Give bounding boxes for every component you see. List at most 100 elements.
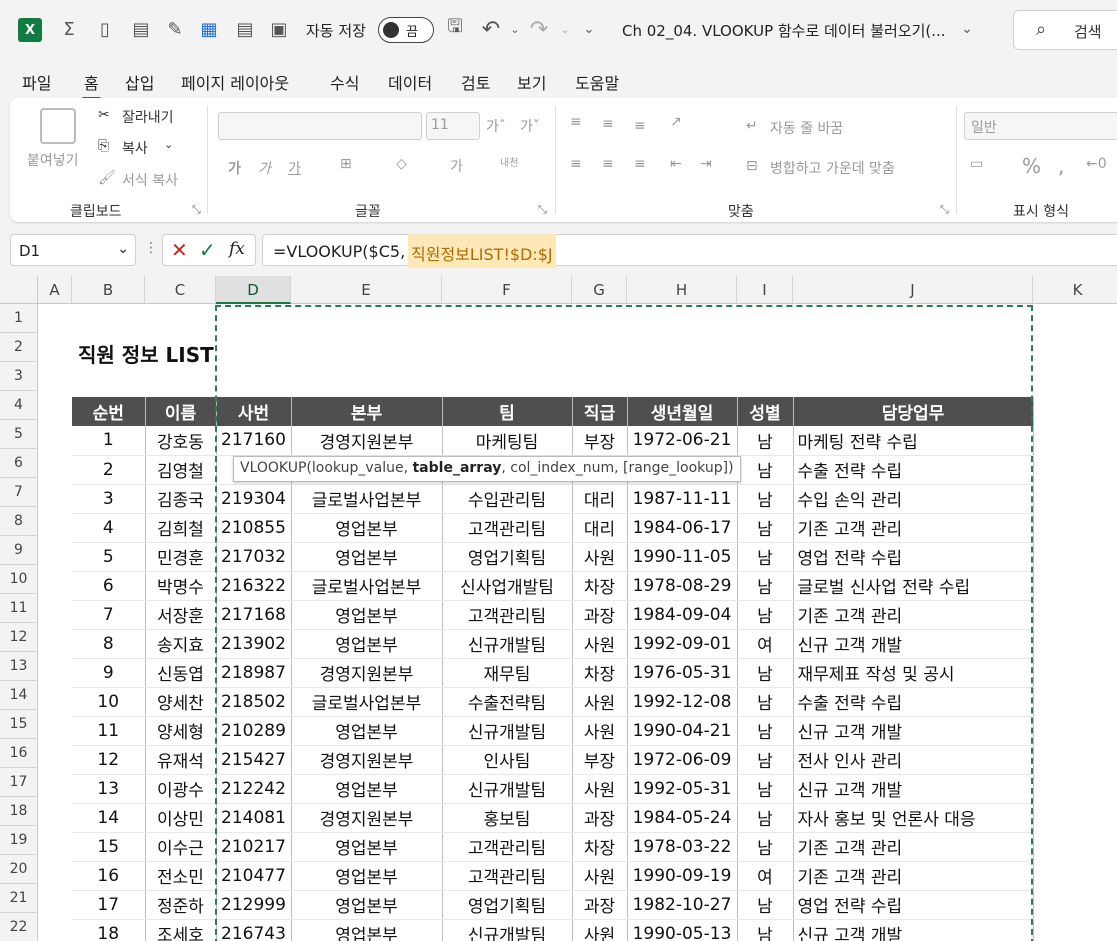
copy-dropdown-icon[interactable]: ⌄	[164, 138, 173, 151]
column-header-d[interactable]: D	[216, 276, 291, 304]
table-cell[interactable]: 남	[737, 484, 794, 514]
table-cell[interactable]: 과장	[572, 600, 628, 630]
table-cell[interactable]: 경영지원본부	[291, 803, 443, 833]
column-header-b[interactable]: B	[72, 276, 145, 304]
row-header[interactable]: 15	[0, 710, 38, 739]
title-dropdown-icon[interactable]: ⌄	[954, 16, 980, 42]
table-cell[interactable]: 여	[737, 629, 794, 659]
table-cell[interactable]: 214081	[216, 803, 292, 833]
header-cell[interactable]: 직급	[572, 397, 628, 426]
row-header[interactable]: 16	[0, 739, 38, 768]
column-header-g[interactable]: G	[572, 276, 627, 304]
column-header-c[interactable]: C	[145, 276, 216, 304]
header-cell[interactable]: 팀	[442, 397, 573, 426]
table-cell[interactable]: 210289	[216, 716, 292, 746]
table-cell[interactable]: 사원	[572, 716, 628, 746]
header-cell[interactable]: 사번	[216, 397, 292, 426]
table-cell[interactable]: 고객관리팀	[442, 861, 573, 891]
table-cell[interactable]: 남	[737, 832, 794, 862]
table-cell[interactable]: 영업본부	[291, 832, 443, 862]
row-header[interactable]: 6	[0, 449, 38, 478]
table-cell[interactable]: 기존 고객 관리	[793, 832, 1034, 862]
table-cell[interactable]: 신규 고객 개발	[793, 919, 1034, 941]
table-cell[interactable]: 신규 고객 개발	[793, 774, 1034, 804]
fill-color-icon[interactable]: ◇	[396, 156, 407, 172]
table-cell[interactable]: 남	[737, 600, 794, 630]
table-cell[interactable]: 남	[737, 745, 794, 775]
font-size-dropdown[interactable]: 11	[426, 112, 480, 140]
font-launcher-icon[interactable]: ⤡	[538, 203, 547, 217]
table-cell[interactable]: 사원	[572, 629, 628, 659]
table-cell[interactable]: 영업본부	[291, 629, 443, 659]
table-cell[interactable]: 자사 홍보 및 언론사 대응	[793, 803, 1034, 833]
table-cell[interactable]: 16	[72, 861, 146, 891]
table-cell[interactable]: 정준하	[145, 890, 217, 920]
copy-button[interactable]: 복사	[122, 138, 148, 158]
row-header[interactable]: 19	[0, 826, 38, 855]
format-painter-icon[interactable]: 🖌	[98, 170, 116, 186]
column-header-j[interactable]: J	[793, 276, 1033, 304]
row-header[interactable]: 2	[0, 333, 38, 362]
table-cell[interactable]: 글로벌사업본부	[291, 571, 443, 601]
table-cell[interactable]: 수입 손익 관리	[793, 484, 1034, 514]
table-cell[interactable]: 1992-12-08	[627, 687, 738, 717]
row-header[interactable]: 9	[0, 536, 38, 565]
table-cell[interactable]: 재무팀	[442, 658, 573, 688]
insert-function-fx-icon[interactable]: fx	[229, 239, 245, 259]
table-cell[interactable]: 영업본부	[291, 919, 443, 941]
table-cell[interactable]: 남	[737, 774, 794, 804]
orientation-icon[interactable]: ↗	[670, 114, 682, 130]
table-cell[interactable]: 1982-10-27	[627, 890, 738, 920]
table-cell[interactable]: 1987-11-11	[627, 484, 738, 514]
table-cell[interactable]: 영업기획팀	[442, 542, 573, 572]
table-cell[interactable]: 남	[737, 571, 794, 601]
table-cell[interactable]: 영업본부	[291, 542, 443, 572]
table-cell[interactable]: 210477	[216, 861, 292, 891]
table-cell[interactable]: 신규 고객 개발	[793, 716, 1034, 746]
table-cell[interactable]: 김영철	[145, 455, 217, 485]
header-cell[interactable]: 본부	[291, 397, 443, 426]
number-format-dropdown[interactable]: 일반	[964, 112, 1117, 140]
autosave-toggle[interactable]: 끔	[378, 17, 434, 43]
table-cell[interactable]: 차장	[572, 571, 628, 601]
tab-help[interactable]: 도움말	[575, 70, 619, 94]
header-cell[interactable]: 담당업무	[793, 397, 1034, 426]
table-cell[interactable]: 부장	[572, 426, 628, 456]
table-cell[interactable]: 남	[737, 919, 794, 941]
table-cell[interactable]: 217032	[216, 542, 292, 572]
shrink-font-icon[interactable]: 가ˇ	[520, 116, 540, 136]
underline-button[interactable]: 가	[288, 158, 301, 178]
table-cell[interactable]: 영업 전략 수립	[793, 542, 1034, 572]
worksheet-grid[interactable]: A B C D E F G H I J K 1 2 3 4 5 6 7 8 9 10 11 12 13 1…	[0, 276, 1117, 941]
search-box[interactable]: ⌕ 검색	[1013, 10, 1117, 50]
table-cell[interactable]: 1990-05-13	[627, 919, 738, 941]
table-cell[interactable]: 경영지원본부	[291, 745, 443, 775]
table-cell[interactable]: 215427	[216, 745, 292, 775]
undo-icon[interactable]: ↶	[478, 16, 504, 42]
table-cell[interactable]: 영업본부	[291, 774, 443, 804]
autosum-icon[interactable]: Σ	[56, 16, 82, 42]
table-cell[interactable]: 조세호	[145, 919, 217, 941]
table-cell[interactable]: 1978-03-22	[627, 832, 738, 862]
table-cell[interactable]: 영업본부	[291, 861, 443, 891]
paste-button[interactable]: 붙여넣기	[27, 150, 79, 170]
merge-center-button[interactable]: 병합하고 가운데 맞춤	[770, 158, 895, 178]
wrap-text-icon[interactable]: ↵	[746, 118, 758, 134]
italic-button[interactable]: 가	[258, 158, 271, 178]
table-cell[interactable]: 대리	[572, 484, 628, 514]
row-header[interactable]: 12	[0, 623, 38, 652]
table-cell[interactable]: 김종국	[145, 484, 217, 514]
table-cell[interactable]: 남	[737, 687, 794, 717]
insert-function-icon[interactable]: ▯	[92, 16, 118, 42]
clipboard-launcher-icon[interactable]: ⤡	[192, 203, 201, 217]
row-header[interactable]: 5	[0, 420, 38, 449]
table-cell[interactable]: 13	[72, 774, 146, 804]
table-cell[interactable]: 1984-09-04	[627, 600, 738, 630]
table-cell[interactable]: 1992-05-31	[627, 774, 738, 804]
font-name-dropdown[interactable]	[218, 112, 422, 140]
row-header[interactable]: 3	[0, 362, 38, 391]
tab-file[interactable]: 파일	[22, 70, 51, 94]
table-cell[interactable]: 신규 고객 개발	[793, 629, 1034, 659]
number-format-icon[interactable]: ▤	[128, 16, 154, 42]
enter-icon[interactable]: ✓	[199, 238, 216, 262]
